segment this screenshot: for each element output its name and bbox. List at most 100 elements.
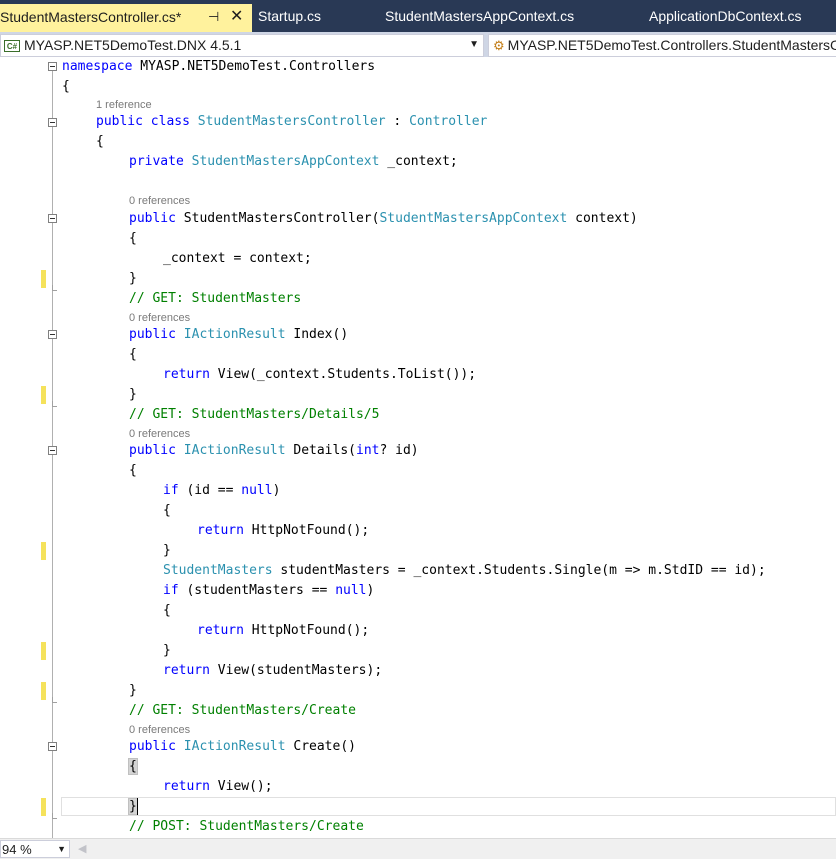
project-dropdown[interactable]: C# MYASP.NET5DemoTest.DNX 4.5.1 ▼ bbox=[0, 34, 484, 57]
code-line: namespace MYASP.NET5DemoTest.Controllers bbox=[62, 57, 375, 77]
keyword: public bbox=[129, 327, 176, 342]
code-editor[interactable]: namespace MYASP.NET5DemoTest.Controllers… bbox=[0, 57, 836, 838]
zoom-level: 94 % bbox=[2, 842, 32, 857]
code-line: return View(studentMasters); bbox=[163, 661, 382, 681]
keyword: public bbox=[129, 211, 176, 226]
close-icon[interactable]: ✕ bbox=[230, 4, 243, 30]
code-line: return HttpNotFound(); bbox=[197, 521, 369, 541]
code-line: { bbox=[129, 463, 137, 478]
editor-bottom-bar: 94 % ▼ ◀ bbox=[0, 838, 836, 859]
keyword: private bbox=[129, 154, 184, 169]
type-name: Controller bbox=[409, 114, 488, 129]
pin-icon[interactable]: ⊣ bbox=[208, 4, 219, 30]
code-lens-references[interactable]: 0 references bbox=[129, 427, 190, 441]
keyword: public bbox=[129, 739, 176, 754]
outline-end-marker bbox=[52, 285, 57, 291]
type-name: MYASP.NET5DemoTest.Controllers.StudentMa… bbox=[507, 37, 836, 53]
code-lens-references[interactable]: 0 references bbox=[129, 194, 190, 208]
matched-brace: { bbox=[128, 758, 138, 775]
tab-applicationdbcontext[interactable]: ApplicationDbContext.cs bbox=[649, 5, 802, 28]
code-line: public IActionResult Index() bbox=[129, 325, 348, 345]
code-text: View(); bbox=[209, 779, 273, 794]
code-comment: // GET: StudentMasters/Create bbox=[129, 703, 356, 718]
code-line: return HttpNotFound(); bbox=[197, 621, 369, 641]
type-name: StudentMastersController bbox=[197, 114, 386, 129]
code-text: View(studentMasters); bbox=[209, 663, 383, 678]
keyword: int bbox=[356, 443, 380, 458]
code-text: StudentMastersController( bbox=[175, 211, 380, 226]
chevron-down-icon: ▼ bbox=[57, 844, 66, 854]
collapse-index-icon[interactable] bbox=[48, 330, 57, 339]
code-text: studentMasters = _context.Students.Singl… bbox=[272, 563, 766, 578]
keyword: null bbox=[241, 483, 273, 498]
code-line: public IActionResult Create() bbox=[129, 737, 356, 757]
outline-end-marker bbox=[52, 813, 57, 819]
code-text: Index() bbox=[285, 327, 349, 342]
code-lens-references[interactable]: 0 references bbox=[129, 723, 190, 737]
project-name: MYASP.NET5DemoTest.DNX 4.5.1 bbox=[24, 37, 242, 53]
code-text: Details( bbox=[285, 443, 356, 458]
keyword: return bbox=[163, 663, 210, 678]
code-text: MYASP.NET5DemoTest.Controllers bbox=[132, 59, 376, 74]
tab-studentmasterscontroller[interactable]: StudentMastersController.cs* ⊣ ✕ bbox=[0, 4, 252, 32]
type-dropdown[interactable]: ⚙ MYASP.NET5DemoTest.Controllers.StudentM… bbox=[488, 34, 836, 57]
type-name: IActionResult bbox=[183, 443, 286, 458]
navigation-bar: C# MYASP.NET5DemoTest.DNX 4.5.1 ▼ ⚙ MYASP.… bbox=[0, 32, 836, 57]
code-line: { bbox=[163, 603, 171, 618]
type-name: StudentMastersAppContext bbox=[191, 154, 380, 169]
collapse-namespace-icon[interactable] bbox=[48, 62, 57, 71]
code-line: } bbox=[129, 271, 137, 286]
collapse-details-icon[interactable] bbox=[48, 446, 57, 455]
code-text: (studentMasters == bbox=[178, 583, 336, 598]
matched-brace: } bbox=[128, 798, 138, 815]
code-line: } bbox=[163, 643, 171, 658]
code-line: { bbox=[129, 347, 137, 362]
code-line: } bbox=[129, 683, 137, 698]
keyword: return bbox=[163, 779, 210, 794]
document-tab-strip: StudentMastersController.cs* ⊣ ✕ Startup… bbox=[0, 0, 836, 32]
text-caret bbox=[137, 798, 138, 815]
code-line: public StudentMastersController(StudentM… bbox=[129, 209, 638, 229]
code-text: HttpNotFound(); bbox=[243, 623, 370, 638]
keyword: return bbox=[197, 523, 244, 538]
change-marker bbox=[41, 386, 46, 404]
keyword: class bbox=[150, 114, 190, 129]
scroll-left-icon[interactable]: ◀ bbox=[78, 842, 86, 855]
collapse-create-icon[interactable] bbox=[48, 742, 57, 751]
code-line: } bbox=[129, 387, 137, 402]
code-text: (id == bbox=[178, 483, 242, 498]
class-icon: ⚙ bbox=[493, 38, 505, 53]
code-line: } bbox=[128, 797, 138, 817]
code-comment: // GET: StudentMasters/Details/5 bbox=[129, 407, 380, 422]
code-comment: // GET: StudentMasters bbox=[129, 291, 302, 306]
type-name: StudentMastersAppContext bbox=[379, 211, 568, 226]
code-line: } bbox=[163, 543, 171, 558]
code-line: StudentMasters studentMasters = _context… bbox=[163, 561, 766, 581]
zoom-dropdown[interactable]: 94 % ▼ bbox=[0, 840, 70, 858]
csharp-project-icon: C# bbox=[4, 40, 20, 53]
code-line: { bbox=[129, 231, 137, 246]
code-line: public class StudentMastersController : … bbox=[96, 112, 487, 132]
change-marker bbox=[41, 542, 46, 560]
tab-startup[interactable]: Startup.cs bbox=[258, 5, 321, 28]
change-marker bbox=[41, 798, 46, 816]
code-line: if (id == null) bbox=[163, 481, 280, 501]
change-marker bbox=[41, 682, 46, 700]
keyword: if bbox=[163, 483, 179, 498]
change-marker bbox=[41, 270, 46, 288]
collapse-constructor-icon[interactable] bbox=[48, 214, 57, 223]
tab-studentmastersappcontext[interactable]: StudentMastersAppContext.cs bbox=[385, 5, 574, 28]
type-name: StudentMasters bbox=[163, 563, 273, 578]
keyword: return bbox=[163, 367, 210, 382]
collapse-class-icon[interactable] bbox=[48, 118, 57, 127]
code-line: _context = context; bbox=[163, 251, 312, 266]
code-text: HttpNotFound(); bbox=[243, 523, 370, 538]
code-text: ? id) bbox=[379, 443, 419, 458]
change-marker bbox=[41, 642, 46, 660]
code-lens-references[interactable]: 0 references bbox=[129, 311, 190, 325]
code-lens-references[interactable]: 1 reference bbox=[96, 98, 152, 112]
